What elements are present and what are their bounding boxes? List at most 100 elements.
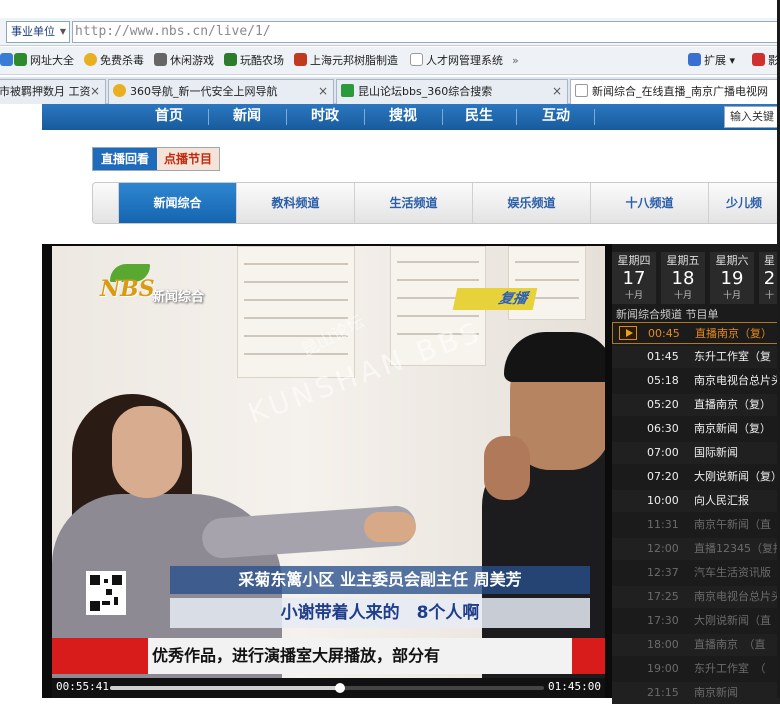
site-category-select[interactable]: 事业单位 ▼ [6, 21, 70, 43]
extra-button[interactable]: 影 [752, 52, 779, 70]
program-name: 大刚说新闻（复） [694, 470, 780, 483]
program-name: 直播南京（复） [695, 327, 772, 340]
chevron-down-icon[interactable]: ▼ [60, 22, 66, 42]
program-time: 00:45 [648, 327, 680, 340]
channel-bar: 新闻综合 教科频道 生活频道 娱乐频道 十八频道 少儿频 [92, 182, 780, 224]
program-row[interactable]: 01:45 东升工作室（复 [612, 346, 780, 368]
program-row[interactable]: 17:30 大刚说新闻（直 [612, 610, 780, 632]
channel-kids[interactable]: 少儿频 [709, 183, 779, 223]
program-name: 南京新闻（复） [694, 422, 771, 435]
program-name: 东升工作室（复 [694, 350, 771, 363]
program-row[interactable]: 06:30 南京新闻（复） [612, 418, 780, 440]
nav-divider [594, 109, 595, 125]
favorites-bar: 网址大全 免费杀毒 休闲游戏 玩酷农场 上海元邦树脂制造 人才网管理系统 » 扩… [0, 47, 780, 75]
program-name: 直播南京（复） [694, 398, 771, 411]
program-row[interactable]: 18:00 直播南京 （直 [612, 634, 780, 656]
fav-item-games[interactable]: 休闲游戏 [154, 52, 214, 70]
day-tab-fri[interactable]: 星期五 18 十月 [661, 252, 705, 304]
schedule-title: 新闻综合频道 节目单 [616, 308, 719, 321]
program-row[interactable]: 07:20 大刚说新闻（复） [612, 466, 780, 488]
player-controls: 00:55:41 01:45:00 [52, 678, 605, 698]
program-row[interactable]: 07:00 国际新闻 [612, 442, 780, 464]
program-row[interactable]: 21:15 南京新闻 [612, 682, 780, 704]
program-row[interactable]: 05:20 直播南京（复） [612, 394, 780, 416]
apps-icon [688, 53, 701, 66]
program-row[interactable]: 10:00 向人民汇报 [612, 490, 780, 512]
program-row[interactable]: 19:00 东升工作室 （ [612, 658, 780, 680]
farm-icon [224, 53, 237, 66]
nav-news[interactable]: 新闻 [212, 104, 282, 130]
program-time: 07:00 [647, 446, 679, 459]
schedule-panel: 星期四 17 十月 星期五 18 十月 星期六 19 十月 星2十 新闻综合频道 节目单 0… [612, 244, 780, 704]
day-tab-thu[interactable]: 星期四 17 十月 [612, 252, 656, 304]
program-name: 向人民汇报 [694, 494, 749, 507]
fav-more-button[interactable]: » [512, 52, 519, 70]
nav-politics[interactable]: 时政 [290, 104, 360, 130]
time-total: 01:45:00 [548, 680, 601, 693]
program-row[interactable]: 05:18 南京电视台总片头 [612, 370, 780, 392]
fav-partial-icon[interactable] [0, 52, 14, 70]
extend-button[interactable]: 扩展 ▾ [688, 52, 735, 70]
wall-notice [237, 246, 355, 378]
tab-on-demand[interactable]: 点播节目 [157, 148, 219, 170]
site-category-label: 事业单位 [11, 25, 55, 38]
program-name: 南京新闻 [694, 686, 738, 699]
program-row[interactable]: 17:25 南京电视台总片头 [612, 586, 780, 608]
program-time: 11:31 [647, 518, 679, 531]
program-time: 12:00 [647, 542, 679, 555]
program-name: 汽车生活资讯版 [694, 566, 771, 579]
fav-item-talent[interactable]: 人才网管理系统 [410, 52, 503, 70]
fav-item-url-directory[interactable]: 网址大全 [14, 52, 74, 70]
fav-item-antivirus[interactable]: 免费杀毒 [84, 52, 144, 70]
program-time: 10:00 [647, 494, 679, 507]
nav-home[interactable]: 首页 [134, 104, 204, 130]
qr-code-icon [86, 571, 126, 615]
video-player[interactable]: NBS 新闻综合 复播 昆山论坛 KUNSHAN BBS 采菊东篱小区 业主委员… [52, 246, 605, 678]
channel-eighteen[interactable]: 十八频道 [591, 183, 709, 223]
browser-tab-0[interactable]: 市被羁押数月 工资 × [0, 79, 106, 104]
play-icon[interactable] [619, 326, 637, 340]
program-time: 19:00 [647, 662, 679, 675]
program-row[interactable]: 12:37 汽车生活资讯版 [612, 562, 780, 584]
program-row[interactable]: 00:45 直播南京（复） [612, 322, 780, 344]
shield-icon [84, 53, 97, 66]
tab-bar: 市被羁押数月 工资 × 360导航_新一代安全上网导航 × 昆山论坛bbs_360综… [0, 77, 780, 105]
url-input[interactable]: http://www.nbs.cn/live/1/ [72, 21, 780, 43]
program-time: 21:15 [647, 686, 679, 699]
channel-entertainment[interactable]: 娱乐频道 [473, 183, 591, 223]
address-bar: 事业单位 ▼ http://www.nbs.cn/live/1/ [0, 18, 780, 46]
browser-tab-active[interactable]: 新闻综合_在线直播_南京广播电视网 [570, 79, 780, 105]
fav-item-resin[interactable]: 上海元邦树脂制造 [294, 52, 398, 70]
channel-panel: 直播回看 点播节目 新闻综合 教科频道 生活频道 娱乐频道 十八频道 少儿频 [42, 130, 780, 244]
fav-item-farm[interactable]: 玩酷农场 [224, 52, 284, 70]
nav-divider [208, 109, 209, 125]
channel-education[interactable]: 教科频道 [237, 183, 355, 223]
day-tab-sat[interactable]: 星期六 19 十月 [710, 252, 754, 304]
news-ticker: 优秀作品，进行演播室大屏播放，部分有 [148, 638, 572, 674]
lower-third-name: 采菊东篱小区 业主委员会副主任 周美芳 [170, 566, 590, 594]
gamepad-icon [154, 53, 167, 66]
close-icon[interactable]: × [90, 80, 100, 103]
globe-icon [14, 53, 27, 66]
program-row[interactable]: 11:31 南京午新闻（直 [612, 514, 780, 536]
program-name: 大刚说新闻（直 [694, 614, 771, 627]
nav-search-tv[interactable]: 搜视 [368, 104, 438, 130]
nav-interact[interactable]: 互动 [520, 104, 592, 130]
shield-icon [113, 84, 126, 97]
close-icon[interactable]: × [318, 80, 328, 103]
progress-handle[interactable] [335, 683, 346, 693]
program-time: 06:30 [647, 422, 679, 435]
channel-life[interactable]: 生活频道 [355, 183, 473, 223]
nav-livelihood[interactable]: 民生 [446, 104, 512, 130]
program-time: 01:45 [647, 350, 679, 363]
close-icon[interactable]: × [552, 80, 562, 103]
progress-track[interactable] [110, 683, 544, 693]
program-row[interactable]: 12:00 直播12345（复播 [612, 538, 780, 560]
channel-news[interactable]: 新闻综合 [119, 183, 237, 223]
tab-live-replay[interactable]: 直播回看 [93, 148, 157, 170]
subtitle: 小谢带着人来的 8个人啊 [170, 598, 590, 628]
browser-tab-1[interactable]: 360导航_新一代安全上网导航 × [108, 79, 334, 104]
site-search-input[interactable]: 输入关键 [724, 106, 780, 128]
program-name: 南京电视台总片头 [694, 590, 780, 603]
browser-tab-2[interactable]: 昆山论坛bbs_360综合搜索 × [336, 79, 568, 104]
